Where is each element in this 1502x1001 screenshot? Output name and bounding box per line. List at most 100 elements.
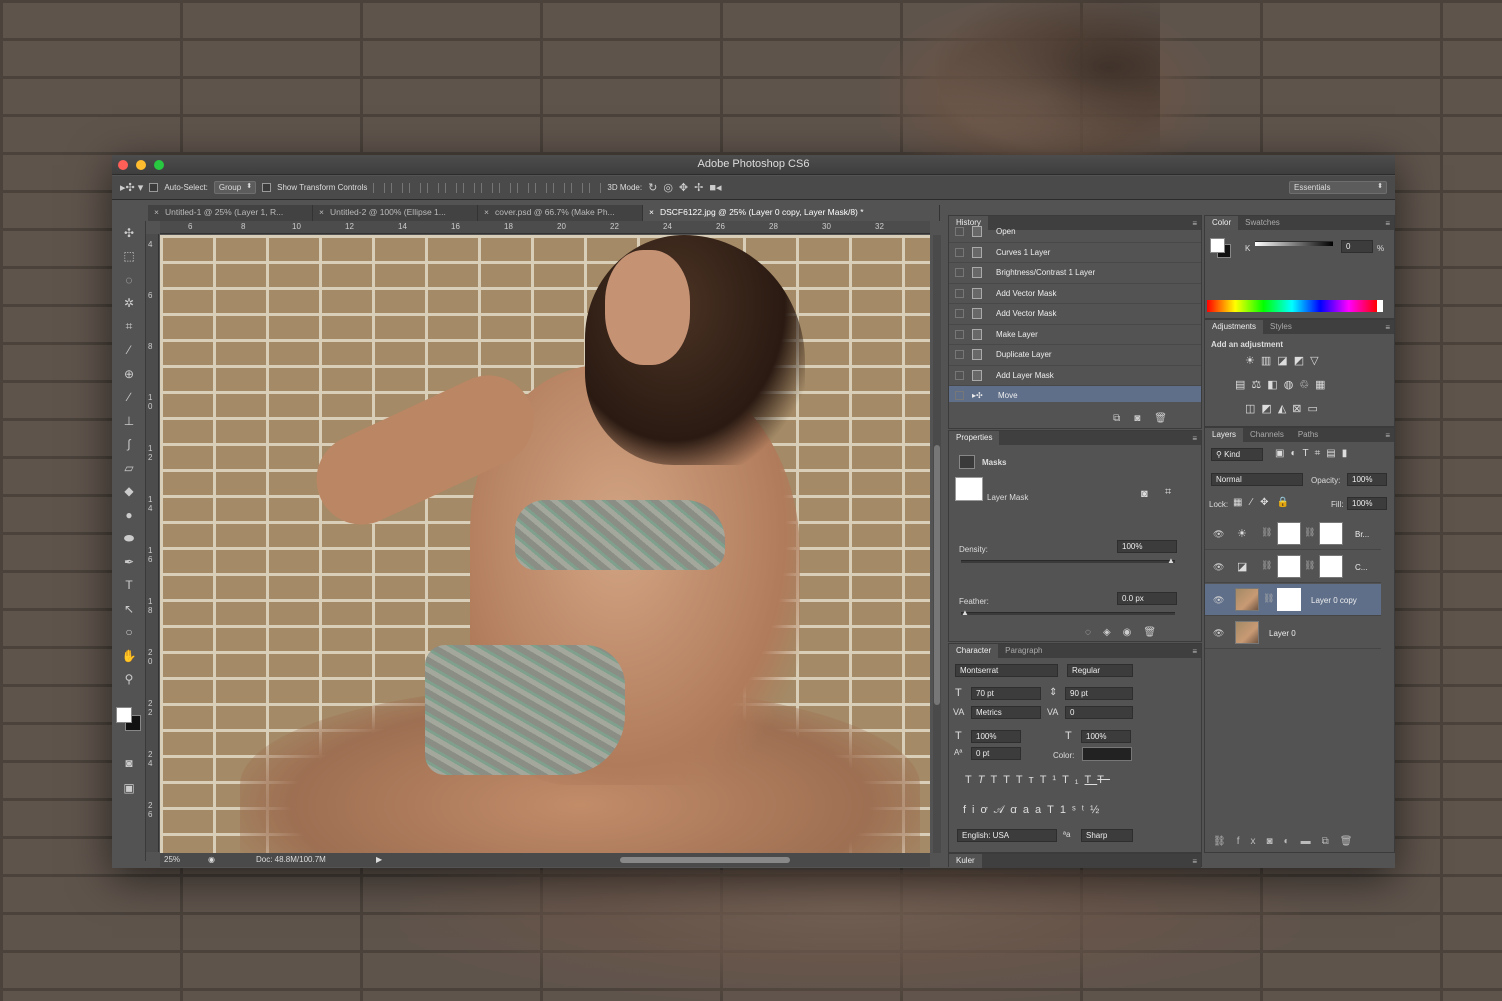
font-family-dropdown[interactable]: Montserrat [955, 664, 1058, 677]
link-chain-icon[interactable]: ⛓ [1261, 527, 1272, 538]
clone-stamp-tool-icon[interactable]: ⊥ [112, 409, 146, 433]
tracking-field[interactable]: 0 [1065, 706, 1133, 719]
tab-channels[interactable]: Channels [1243, 428, 1291, 442]
filter-shape-icon[interactable]: ⌗ [1315, 448, 1327, 459]
status-menu-arrow-icon[interactable]: ▶ [376, 855, 382, 864]
layer-style-fx-icon[interactable]: fx [1237, 836, 1267, 847]
brightness-contrast-icon[interactable]: ☀ [1245, 355, 1261, 367]
new-document-from-state-icon[interactable]: ⧉ [1113, 413, 1134, 424]
close-tab-icon[interactable]: × [649, 207, 654, 217]
history-item[interactable]: Brightness/Contrast 1 Layer [949, 263, 1201, 284]
align-top-icon[interactable] [373, 182, 386, 193]
strikethrough-icon[interactable]: T [1097, 774, 1110, 786]
doc-tab-active[interactable]: × DSCF6122.jpg @ 25% (Layer 0 copy, Layer… [643, 205, 940, 221]
history-source-checkbox[interactable] [955, 391, 964, 401]
feather-slider[interactable]: ▲ [961, 608, 1175, 617]
font-size-field[interactable]: 70 pt [971, 687, 1041, 700]
baseline-shift-field[interactable]: 0 pt [971, 747, 1021, 760]
distribute-right-icon[interactable] [571, 182, 584, 193]
fractions-icon[interactable]: ½ [1090, 804, 1105, 816]
history-item[interactable]: Add Layer Mask [949, 366, 1201, 386]
history-source-checkbox[interactable] [955, 268, 964, 278]
black-white-icon[interactable]: ◧ [1267, 379, 1283, 391]
panel-menu-icon[interactable]: ≡ [1385, 431, 1394, 440]
history-item[interactable]: Add Vector Mask [949, 304, 1201, 325]
link-chain-icon[interactable]: ⛓ [1261, 560, 1272, 571]
color-lookup-icon[interactable]: ▦ [1315, 379, 1331, 391]
superscript-icon[interactable]: T¹ [1040, 774, 1062, 786]
layer-row-selected[interactable]: 👁 ⛓ Layer 0 copy [1205, 584, 1381, 616]
opacity-field[interactable]: 100% [1347, 473, 1387, 486]
link-chain-icon[interactable]: ⛓ [1304, 560, 1315, 571]
document-canvas[interactable] [160, 235, 930, 853]
canvas-vertical-scrollbar[interactable] [933, 235, 941, 853]
link-layers-icon[interactable]: ⛓ [1213, 836, 1237, 847]
history-source-checkbox[interactable] [955, 288, 964, 298]
layer-row[interactable]: 👁 ☀ ⛓ ⛓ Br... [1205, 518, 1381, 550]
panel-menu-icon[interactable]: ≡ [1192, 857, 1201, 866]
panel-menu-icon[interactable]: ≡ [1385, 219, 1394, 228]
align-hcenter-icon[interactable] [445, 182, 458, 193]
small-caps-icon[interactable]: Tт [1016, 774, 1040, 786]
fill-field[interactable]: 100% [1347, 497, 1387, 510]
language-dropdown[interactable]: English: USA [957, 829, 1057, 842]
distribute-vcenter-icon[interactable] [499, 182, 512, 193]
horizontal-scale-field[interactable]: 100% [1081, 730, 1131, 743]
marquee-tool-icon[interactable]: ⬚ [112, 245, 146, 269]
align-left-icon[interactable] [427, 182, 440, 193]
scrollbar-thumb[interactable] [934, 445, 940, 705]
3d-roll-icon[interactable]: ◎ [663, 181, 673, 194]
faux-bold-icon[interactable]: T [965, 774, 978, 786]
panel-menu-icon[interactable]: ≡ [1192, 219, 1201, 228]
distribute-bottom-icon[interactable] [517, 182, 530, 193]
k-slider[interactable] [1255, 241, 1333, 246]
eraser-tool-icon[interactable]: ▱ [112, 456, 146, 480]
layer-row[interactable]: 👁 Layer 0 [1205, 617, 1381, 649]
toggle-mask-icon[interactable]: ◉ [1123, 627, 1144, 638]
pixel-mask-icon[interactable]: ◙ [1141, 488, 1148, 500]
3d-scale-icon[interactable]: ■◂ [709, 181, 721, 194]
feather-field[interactable]: 0.0 px [1117, 592, 1177, 605]
visibility-eye-icon[interactable]: 👁 [1213, 529, 1224, 540]
paint-bucket-tool-icon[interactable]: ◆ [112, 480, 146, 504]
channel-mixer-icon[interactable]: ♲ [1299, 379, 1315, 391]
tab-layers[interactable]: Layers [1205, 428, 1244, 442]
invert-icon[interactable]: ◫ [1245, 403, 1261, 415]
blur-tool-icon[interactable]: ● [112, 503, 146, 527]
layer-mask-thumb[interactable] [1319, 555, 1343, 578]
tab-swatches[interactable]: Swatches [1238, 216, 1287, 230]
load-selection-icon[interactable]: ◌ [1085, 627, 1103, 638]
history-source-checkbox[interactable] [955, 309, 964, 319]
panel-menu-icon[interactable]: ≡ [1192, 434, 1201, 443]
auto-align-icon[interactable] [589, 182, 602, 193]
tab-paragraph[interactable]: Paragraph [998, 644, 1049, 658]
lock-pixels-icon[interactable]: ∕ [1250, 497, 1260, 508]
selective-color-icon[interactable]: ⊠ [1292, 403, 1307, 415]
lock-position-icon[interactable]: ✥ [1260, 497, 1276, 508]
old-style-icon[interactable]: ơ [981, 804, 994, 816]
layer-mask-thumb[interactable] [1277, 555, 1301, 578]
stylistic-alternates-icon[interactable]: ꭤ [1010, 804, 1023, 816]
visibility-eye-icon[interactable]: 👁 [1213, 562, 1224, 573]
new-layer-icon[interactable]: ⧉ [1322, 836, 1340, 847]
vertical-scale-field[interactable]: 100% [971, 730, 1021, 743]
subscript-icon[interactable]: T₁ [1062, 774, 1084, 786]
lasso-tool-icon[interactable]: ◌ [112, 268, 146, 292]
layer-thumb[interactable] [1235, 588, 1259, 611]
blend-mode-dropdown[interactable]: Normal [1211, 473, 1303, 486]
gradient-map-icon[interactable]: ▭ [1308, 403, 1324, 415]
feather-slider-handle[interactable]: ▲ [961, 608, 969, 617]
path-selection-tool-icon[interactable]: ↖ [112, 597, 146, 621]
delete-layer-icon[interactable]: 🗑 [1340, 836, 1364, 847]
magic-wand-tool-icon[interactable]: ✲ [112, 292, 146, 316]
new-adjustment-icon[interactable]: ◐ [1284, 836, 1301, 847]
filter-type-icon[interactable]: T [1303, 448, 1315, 459]
filter-adjustment-icon[interactable]: ◐ [1290, 448, 1302, 459]
all-caps-icon[interactable]: TT [990, 774, 1015, 786]
threshold-icon[interactable]: ◭ [1278, 403, 1292, 415]
visibility-eye-icon[interactable]: 👁 [1213, 595, 1224, 606]
color-balance-icon[interactable]: ⚖ [1251, 379, 1267, 391]
filter-pixel-icon[interactable]: ▣ [1275, 448, 1290, 459]
show-transform-checkbox[interactable] [262, 183, 272, 192]
filter-toggle-icon[interactable]: ▮ [1342, 448, 1354, 459]
